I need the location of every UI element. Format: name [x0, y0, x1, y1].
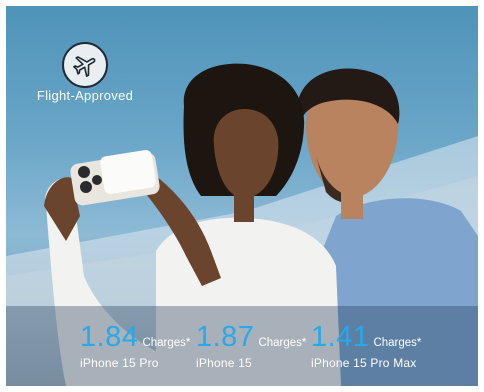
promo-banner: Flight-Approved 1.84 Charges* iPhone 15 …	[6, 6, 478, 386]
stat-value: 1.84	[80, 321, 139, 353]
stat-model: iPhone 15 Pro Max	[311, 356, 417, 370]
stat-unit: Charges*	[373, 337, 422, 349]
stat-model: iPhone 15	[196, 356, 252, 370]
badge-label: Flight-Approved	[36, 88, 134, 103]
stat-iphone-15-pro-max: 1.41 Charges* iPhone 15 Pro Max	[311, 320, 421, 370]
stat-value: 1.41	[311, 321, 370, 353]
stat-iphone-15: 1.87 Charges* iPhone 15	[196, 320, 306, 370]
stat-iphone-15-pro: 1.84 Charges* iPhone 15 Pro	[80, 320, 190, 370]
charge-stats: 1.84 Charges* iPhone 15 Pro 1.87 Charges…	[6, 320, 478, 380]
stat-unit: Charges*	[142, 337, 191, 349]
stat-model: iPhone 15 Pro	[80, 356, 159, 370]
flight-approved-badge	[62, 42, 108, 88]
airplane-icon	[73, 56, 96, 77]
stat-value: 1.87	[196, 321, 255, 353]
stat-unit: Charges*	[258, 337, 307, 349]
